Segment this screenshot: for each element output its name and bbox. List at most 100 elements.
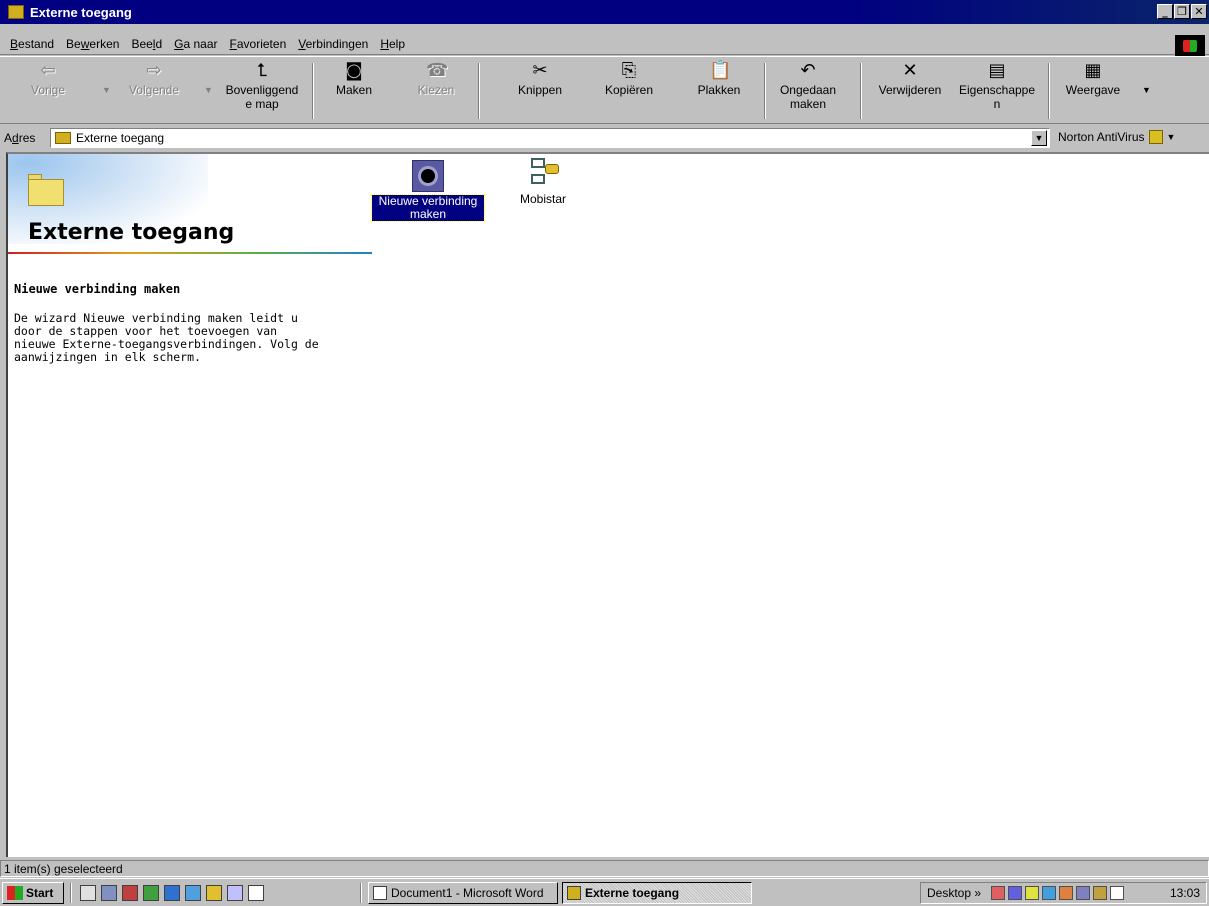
forward-dropdown-icon[interactable]: ▼ — [204, 85, 213, 95]
create-button[interactable]: ◙ Maken — [332, 60, 376, 98]
new-connection-wizard-icon — [412, 160, 444, 192]
task-label: Document1 - Microsoft Word — [391, 886, 544, 900]
menu-item[interactable]: Ga naar — [168, 37, 223, 51]
quicklaunch-icon-3[interactable] — [122, 885, 138, 901]
copy-button[interactable]: ⎘ Kopiëren — [600, 61, 658, 98]
new-connection-item[interactable]: Nieuwe verbinding maken — [371, 160, 485, 222]
undo-button[interactable]: ↶ Ongedaan maken — [776, 60, 840, 112]
panel-title: Externe toegang — [28, 220, 235, 245]
dial-button[interactable]: ☎ Kiezen — [414, 60, 458, 98]
up-label-1: Bovenliggend — [225, 83, 299, 97]
menu-item[interactable]: Beeld — [125, 37, 168, 51]
forward-button[interactable]: ⇨ Volgende — [126, 60, 182, 98]
views-dropdown-icon[interactable]: ▼ — [1142, 85, 1151, 95]
norton-label: Norton AntiVirus — [1058, 130, 1145, 144]
tray-icon-5[interactable] — [1059, 886, 1074, 900]
task-document1-word[interactable]: Document1 - Microsoft Word — [368, 882, 558, 904]
tray-icon-4[interactable] — [1042, 886, 1057, 900]
folder-icon — [28, 174, 64, 206]
quicklaunch-icon-8[interactable] — [227, 885, 243, 901]
paste-icon: 📋 — [709, 60, 732, 81]
status-text: 1 item(s) geselecteerd — [0, 860, 1209, 877]
tray-icon-6[interactable] — [1076, 886, 1091, 900]
menu-item[interactable]: Verbindingen — [292, 37, 374, 51]
properties-label-1: Eigenschappe — [958, 83, 1036, 97]
task-label: Externe toegang — [585, 886, 680, 900]
close-button[interactable]: ✕ — [1191, 4, 1207, 19]
norton-icon — [1148, 130, 1163, 144]
up-folder-button[interactable]: ⮤ Bovenliggend e map — [222, 60, 302, 112]
dial-phone-icon: ☎ — [426, 60, 449, 81]
mobistar-label: Mobistar — [519, 192, 566, 206]
properties-icon: ▤ — [988, 60, 1006, 81]
dialup-connection-icon — [527, 158, 559, 190]
maximize-button[interactable]: ❐ — [1174, 4, 1190, 19]
undo-label-1: Ongedaan — [779, 83, 837, 97]
undo-icon: ↶ — [800, 60, 816, 81]
desktop-toolbar-label[interactable]: Desktop » — [927, 886, 981, 900]
address-label: Adres — [4, 131, 36, 145]
forward-label: Volgende — [128, 83, 180, 97]
address-bar: Adres Externe toegang ▼ Norton AntiVirus… — [0, 126, 1209, 150]
menu-bar: Bestand Bewerken Beeld Ga naar Favorieten Ver… — [0, 33, 1209, 55]
quicklaunch-icon-4[interactable] — [143, 885, 159, 901]
back-arrow-icon: ⇦ — [40, 60, 56, 81]
system-tray: Desktop » 13:03 — [920, 882, 1207, 904]
tray-icon-2[interactable] — [1008, 886, 1023, 900]
windows-logo-icon — [7, 886, 23, 900]
internet-explorer-icon[interactable] — [164, 885, 180, 901]
norton-antivirus-button[interactable]: Norton AntiVirus ▼ — [1058, 130, 1175, 144]
properties-label-2: n — [993, 97, 1001, 111]
views-button[interactable]: ▦ Weergave — [1060, 60, 1126, 98]
start-button[interactable]: Start — [2, 882, 64, 904]
taskbar: Start Document1 - Microsoft Word Externe… — [0, 878, 1209, 906]
views-label: Weergave — [1065, 83, 1121, 97]
quicklaunch-icon-7[interactable] — [206, 885, 222, 901]
address-dropdown-icon[interactable]: ▼ — [1031, 130, 1047, 146]
new-connection-label: Nieuwe verbinding maken — [371, 194, 485, 222]
undo-label-2: maken — [789, 97, 827, 111]
tray-icon-1[interactable] — [991, 886, 1006, 900]
windows-logo-icon — [1175, 35, 1205, 57]
create-connection-icon: ◙ — [345, 60, 363, 81]
views-icon: ▦ — [1084, 60, 1102, 81]
up-label-2: e map — [245, 97, 279, 111]
create-label: Maken — [335, 83, 373, 97]
back-dropdown-icon[interactable]: ▼ — [102, 85, 111, 95]
forward-arrow-icon: ⇨ — [146, 60, 162, 81]
word-icon[interactable] — [248, 885, 264, 901]
up-folder-icon: ⮤ — [256, 60, 268, 81]
delete-button[interactable]: ✕ Verwijderen — [872, 60, 948, 98]
title-divider — [8, 252, 372, 254]
clock[interactable]: 13:03 — [1170, 886, 1200, 900]
calendar-icon[interactable] — [1110, 886, 1125, 900]
quicklaunch-icon-6[interactable] — [185, 885, 201, 901]
back-button[interactable]: ⇦ Vorige — [28, 60, 68, 98]
properties-button[interactable]: ▤ Eigenschappe n — [954, 60, 1040, 112]
quicklaunch-icon-2[interactable] — [101, 885, 117, 901]
minimize-button[interactable]: _ — [1157, 4, 1173, 19]
volume-icon[interactable] — [1025, 886, 1040, 900]
menu-item[interactable]: Bestand — [4, 37, 60, 51]
selected-item-description: De wizard Nieuwe verbinding maken leidt … — [14, 311, 319, 364]
menu-item[interactable]: Favorieten — [224, 37, 293, 51]
address-value: Externe toegang — [76, 131, 165, 145]
paste-button[interactable]: 📋 Plakken — [694, 60, 744, 98]
menu-item[interactable]: Help — [374, 37, 411, 51]
copy-label: Kopiëren — [604, 83, 654, 97]
dialup-folder-icon — [55, 132, 71, 144]
scissors-icon: ✂ — [532, 60, 548, 81]
title-bar[interactable]: Externe toegang _ ❐ ✕ — [0, 0, 1209, 24]
quicklaunch-icon-1[interactable] — [80, 885, 96, 901]
mobistar-item[interactable]: Mobistar — [508, 158, 578, 206]
folder-view[interactable]: Externe toegang Nieuwe verbinding maken … — [6, 152, 1209, 857]
address-input[interactable]: Externe toegang ▼ — [50, 128, 1050, 148]
norton-dropdown-icon[interactable]: ▼ — [1167, 132, 1176, 142]
window-title: Externe toegang — [30, 4, 132, 20]
cut-button[interactable]: ✂ Knippen — [512, 60, 568, 98]
tray-icon-7[interactable] — [1093, 886, 1108, 900]
menu-item[interactable]: Bewerken — [60, 37, 125, 51]
selected-item-title: Nieuwe verbinding maken — [14, 282, 181, 296]
delete-x-icon: ✕ — [902, 60, 918, 81]
task-externe-toegang[interactable]: Externe toegang — [562, 882, 752, 904]
